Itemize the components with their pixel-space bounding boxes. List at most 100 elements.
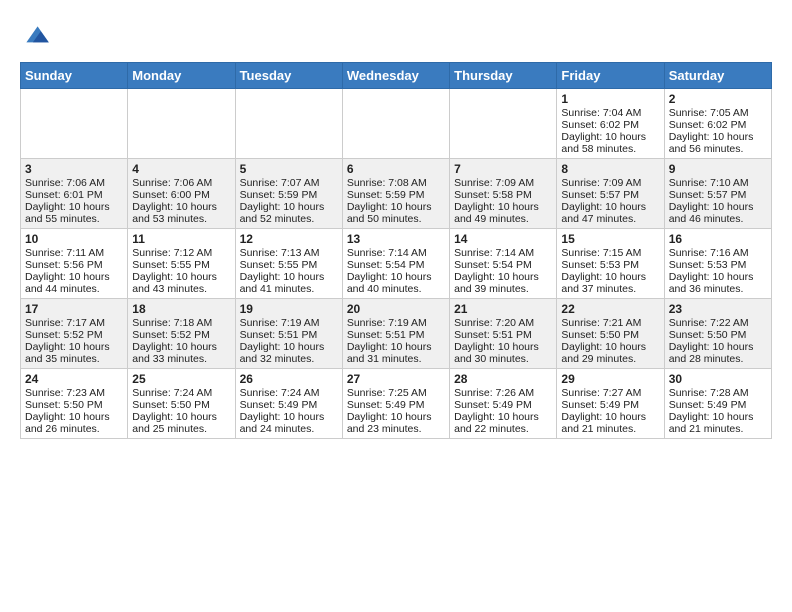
cell-content: Sunrise: 7:14 AM	[454, 247, 552, 259]
cell-content: Daylight: 10 hours and 33 minutes.	[132, 341, 230, 365]
cell-content: Sunset: 5:49 PM	[669, 399, 767, 411]
calendar-cell: 11Sunrise: 7:12 AMSunset: 5:55 PMDayligh…	[128, 229, 235, 299]
calendar-cell: 19Sunrise: 7:19 AMSunset: 5:51 PMDayligh…	[235, 299, 342, 369]
calendar-cell: 18Sunrise: 7:18 AMSunset: 5:52 PMDayligh…	[128, 299, 235, 369]
day-number: 27	[347, 372, 445, 386]
page: SundayMondayTuesdayWednesdayThursdayFrid…	[0, 0, 792, 449]
calendar-cell: 25Sunrise: 7:24 AMSunset: 5:50 PMDayligh…	[128, 369, 235, 439]
calendar-cell: 15Sunrise: 7:15 AMSunset: 5:53 PMDayligh…	[557, 229, 664, 299]
cell-content: Daylight: 10 hours and 53 minutes.	[132, 201, 230, 225]
header-day-thursday: Thursday	[450, 63, 557, 89]
week-row-1: 1Sunrise: 7:04 AMSunset: 6:02 PMDaylight…	[21, 89, 772, 159]
calendar-cell: 6Sunrise: 7:08 AMSunset: 5:59 PMDaylight…	[342, 159, 449, 229]
cell-content: Sunrise: 7:17 AM	[25, 317, 123, 329]
cell-content: Sunrise: 7:07 AM	[240, 177, 338, 189]
cell-content: Daylight: 10 hours and 31 minutes.	[347, 341, 445, 365]
cell-content: Sunrise: 7:09 AM	[454, 177, 552, 189]
cell-content: Sunset: 5:51 PM	[454, 329, 552, 341]
cell-content: Sunrise: 7:25 AM	[347, 387, 445, 399]
week-row-5: 24Sunrise: 7:23 AMSunset: 5:50 PMDayligh…	[21, 369, 772, 439]
cell-content: Daylight: 10 hours and 35 minutes.	[25, 341, 123, 365]
cell-content: Sunrise: 7:22 AM	[669, 317, 767, 329]
calendar-cell	[342, 89, 449, 159]
cell-content: Daylight: 10 hours and 47 minutes.	[561, 201, 659, 225]
cell-content: Daylight: 10 hours and 44 minutes.	[25, 271, 123, 295]
cell-content: Sunset: 5:51 PM	[240, 329, 338, 341]
calendar-cell: 4Sunrise: 7:06 AMSunset: 6:00 PMDaylight…	[128, 159, 235, 229]
cell-content: Sunrise: 7:06 AM	[132, 177, 230, 189]
calendar-cell: 29Sunrise: 7:27 AMSunset: 5:49 PMDayligh…	[557, 369, 664, 439]
cell-content: Daylight: 10 hours and 50 minutes.	[347, 201, 445, 225]
calendar-body: 1Sunrise: 7:04 AMSunset: 6:02 PMDaylight…	[21, 89, 772, 439]
cell-content: Sunset: 5:57 PM	[561, 189, 659, 201]
cell-content: Sunset: 6:00 PM	[132, 189, 230, 201]
cell-content: Sunset: 5:50 PM	[561, 329, 659, 341]
calendar-cell	[450, 89, 557, 159]
cell-content: Daylight: 10 hours and 21 minutes.	[561, 411, 659, 435]
cell-content: Daylight: 10 hours and 23 minutes.	[347, 411, 445, 435]
cell-content: Sunrise: 7:05 AM	[669, 107, 767, 119]
cell-content: Sunset: 5:50 PM	[669, 329, 767, 341]
cell-content: Daylight: 10 hours and 30 minutes.	[454, 341, 552, 365]
header-day-saturday: Saturday	[664, 63, 771, 89]
calendar-cell: 3Sunrise: 7:06 AMSunset: 6:01 PMDaylight…	[21, 159, 128, 229]
cell-content: Daylight: 10 hours and 49 minutes.	[454, 201, 552, 225]
day-number: 19	[240, 302, 338, 316]
cell-content: Sunrise: 7:12 AM	[132, 247, 230, 259]
calendar-cell: 8Sunrise: 7:09 AMSunset: 5:57 PMDaylight…	[557, 159, 664, 229]
header-row: SundayMondayTuesdayWednesdayThursdayFrid…	[21, 63, 772, 89]
day-number: 9	[669, 162, 767, 176]
cell-content: Daylight: 10 hours and 40 minutes.	[347, 271, 445, 295]
day-number: 10	[25, 232, 123, 246]
cell-content: Sunrise: 7:11 AM	[25, 247, 123, 259]
day-number: 13	[347, 232, 445, 246]
calendar-cell: 16Sunrise: 7:16 AMSunset: 5:53 PMDayligh…	[664, 229, 771, 299]
cell-content: Daylight: 10 hours and 26 minutes.	[25, 411, 123, 435]
cell-content: Sunrise: 7:23 AM	[25, 387, 123, 399]
cell-content: Sunrise: 7:10 AM	[669, 177, 767, 189]
calendar-cell: 24Sunrise: 7:23 AMSunset: 5:50 PMDayligh…	[21, 369, 128, 439]
cell-content: Sunset: 5:49 PM	[240, 399, 338, 411]
day-number: 15	[561, 232, 659, 246]
week-row-3: 10Sunrise: 7:11 AMSunset: 5:56 PMDayligh…	[21, 229, 772, 299]
cell-content: Sunset: 5:49 PM	[561, 399, 659, 411]
day-number: 30	[669, 372, 767, 386]
cell-content: Sunrise: 7:08 AM	[347, 177, 445, 189]
calendar-cell: 17Sunrise: 7:17 AMSunset: 5:52 PMDayligh…	[21, 299, 128, 369]
day-number: 22	[561, 302, 659, 316]
day-number: 4	[132, 162, 230, 176]
cell-content: Sunrise: 7:19 AM	[240, 317, 338, 329]
day-number: 21	[454, 302, 552, 316]
week-row-2: 3Sunrise: 7:06 AMSunset: 6:01 PMDaylight…	[21, 159, 772, 229]
cell-content: Daylight: 10 hours and 24 minutes.	[240, 411, 338, 435]
cell-content: Daylight: 10 hours and 28 minutes.	[669, 341, 767, 365]
cell-content: Sunset: 5:53 PM	[669, 259, 767, 271]
logo-icon	[20, 20, 52, 52]
cell-content: Daylight: 10 hours and 32 minutes.	[240, 341, 338, 365]
cell-content: Sunrise: 7:04 AM	[561, 107, 659, 119]
cell-content: Sunrise: 7:24 AM	[132, 387, 230, 399]
cell-content: Sunrise: 7:24 AM	[240, 387, 338, 399]
day-number: 7	[454, 162, 552, 176]
day-number: 23	[669, 302, 767, 316]
calendar-cell: 2Sunrise: 7:05 AMSunset: 6:02 PMDaylight…	[664, 89, 771, 159]
cell-content: Sunset: 5:54 PM	[454, 259, 552, 271]
cell-content: Sunset: 5:52 PM	[25, 329, 123, 341]
cell-content: Daylight: 10 hours and 22 minutes.	[454, 411, 552, 435]
day-number: 25	[132, 372, 230, 386]
day-number: 14	[454, 232, 552, 246]
calendar-cell: 23Sunrise: 7:22 AMSunset: 5:50 PMDayligh…	[664, 299, 771, 369]
cell-content: Sunset: 5:59 PM	[347, 189, 445, 201]
calendar-cell: 28Sunrise: 7:26 AMSunset: 5:49 PMDayligh…	[450, 369, 557, 439]
day-number: 29	[561, 372, 659, 386]
day-number: 11	[132, 232, 230, 246]
cell-content: Sunset: 5:54 PM	[347, 259, 445, 271]
day-number: 26	[240, 372, 338, 386]
cell-content: Sunrise: 7:21 AM	[561, 317, 659, 329]
cell-content: Sunset: 5:49 PM	[347, 399, 445, 411]
cell-content: Sunset: 5:51 PM	[347, 329, 445, 341]
cell-content: Daylight: 10 hours and 46 minutes.	[669, 201, 767, 225]
header-day-monday: Monday	[128, 63, 235, 89]
calendar-header: SundayMondayTuesdayWednesdayThursdayFrid…	[21, 63, 772, 89]
calendar-cell: 1Sunrise: 7:04 AMSunset: 6:02 PMDaylight…	[557, 89, 664, 159]
